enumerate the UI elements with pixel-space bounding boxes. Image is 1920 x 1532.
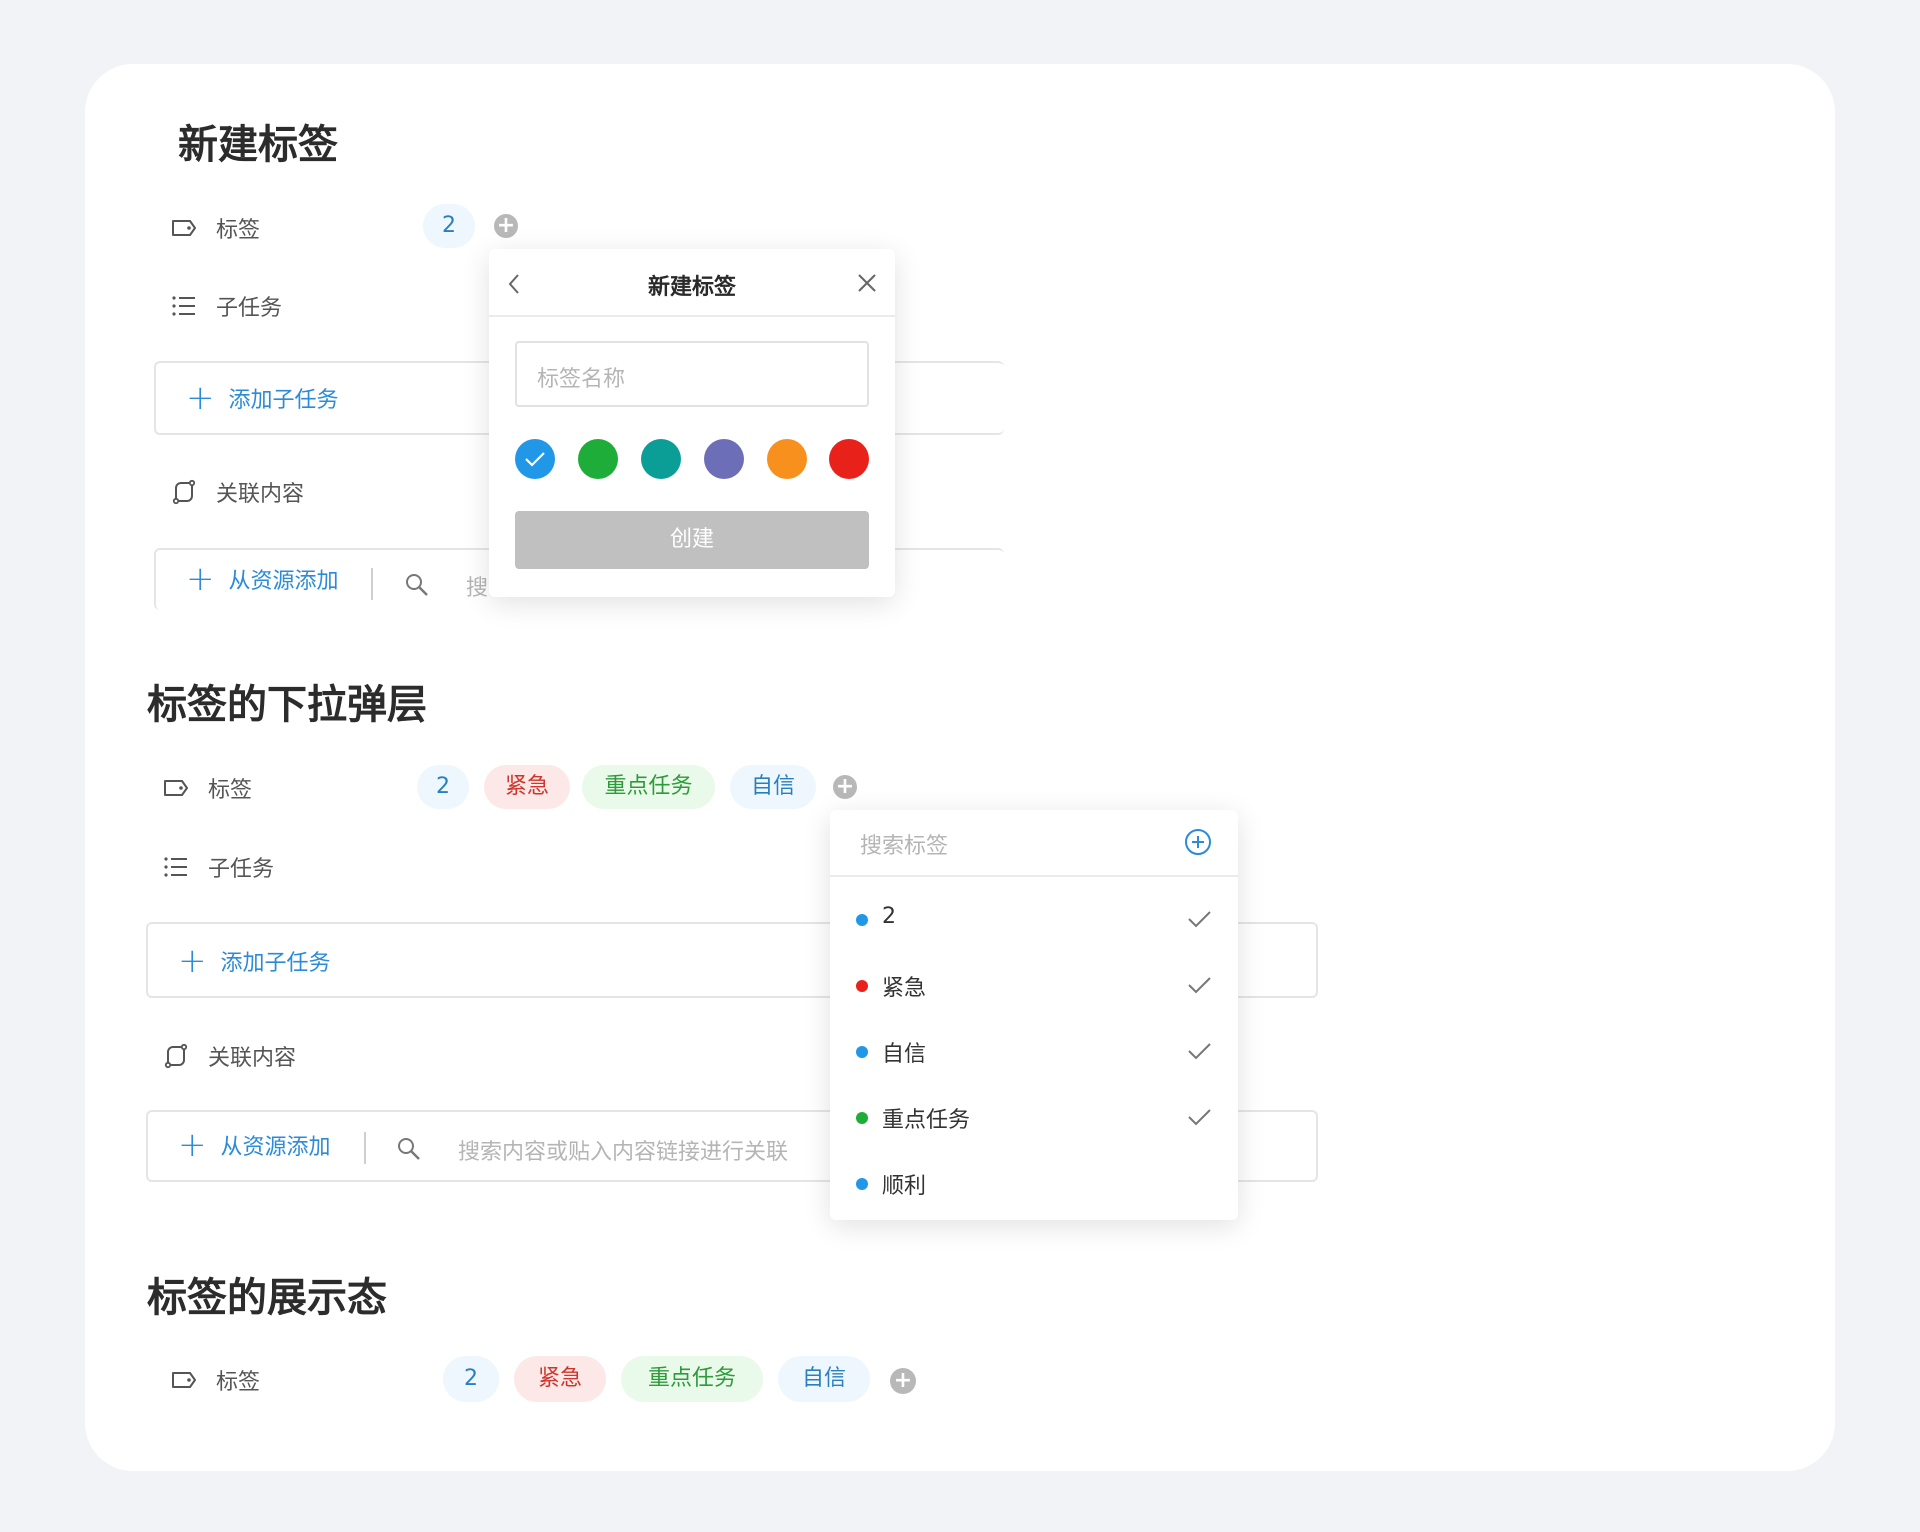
tag-chip-count[interactable]: 2 (417, 765, 469, 809)
section-title-display: 标签的展示态 (147, 1275, 387, 1321)
related-label: 关联内容 (208, 1046, 297, 1071)
dropdown-option[interactable]: 重点任务 (830, 1096, 1238, 1140)
color-swatch-green[interactable] (578, 439, 618, 479)
add-from-resource-button[interactable]: + 从资源添加 (178, 1128, 331, 1162)
add-subtask-text: 添加子任务 (220, 951, 331, 976)
link-icon (172, 479, 196, 505)
tag-chip-key-task[interactable]: 重点任务 (621, 1356, 763, 1402)
tag-icon (164, 780, 188, 796)
color-swatch-blue[interactable] (515, 439, 555, 479)
plus-icon: + (186, 559, 215, 599)
check-icon (1188, 977, 1211, 994)
color-dot (856, 914, 868, 926)
tag-row-label: 标签 (170, 212, 260, 244)
dropdown-option[interactable]: 自信 (830, 1030, 1238, 1074)
search-icon (398, 1138, 420, 1160)
color-swatch-orange[interactable] (767, 439, 807, 479)
main-card (85, 64, 1835, 1471)
color-dot (856, 1112, 868, 1124)
add-subtask-button[interactable]: + 添加子任务 (186, 381, 339, 415)
list-icon (172, 296, 195, 316)
color-dot (856, 980, 868, 992)
related-row-label: 关联内容 (170, 476, 304, 508)
add-tag-icon[interactable]: + (494, 214, 518, 238)
search-input-truncated[interactable]: 搜 (466, 570, 488, 602)
subtask-label: 子任务 (216, 296, 283, 321)
check-icon (525, 452, 545, 467)
tag-name-placeholder: 标签名称 (537, 367, 626, 392)
create-tag-popup: 新建标签 标签名称 创建 (489, 249, 895, 597)
plus-icon: + (178, 941, 207, 981)
color-swatch-red[interactable] (829, 439, 869, 479)
divider (364, 1132, 366, 1164)
tag-chip-urgent[interactable]: 紧急 (514, 1356, 606, 1402)
tag-chip-urgent[interactable]: 紧急 (484, 765, 570, 809)
option-label: 顺利 (882, 1174, 927, 1199)
add-tag-icon[interactable]: + (890, 1368, 916, 1394)
tag-icon (172, 220, 196, 236)
tag-name-input[interactable]: 标签名称 (515, 341, 869, 407)
option-label: 2 (882, 904, 896, 929)
link-icon (164, 1043, 188, 1069)
add-subtask-button[interactable]: + 添加子任务 (178, 944, 331, 978)
tag-row-label-3: 标签 (170, 1364, 260, 1396)
tag-icon (172, 1372, 196, 1388)
color-dot (856, 1046, 868, 1058)
subtask-label: 子任务 (208, 857, 275, 882)
popup-header-divider (489, 315, 895, 317)
dropdown-option[interactable]: 2 (830, 898, 1238, 942)
related-label: 关联内容 (216, 482, 305, 507)
add-from-resource-text: 从资源添加 (220, 1135, 331, 1160)
plus-icon: + (178, 1125, 207, 1165)
related-row-label-2: 关联内容 (162, 1040, 296, 1072)
divider (371, 568, 373, 600)
tag-chip-count[interactable]: 2 (423, 204, 475, 248)
tag-chip-confident[interactable]: 自信 (778, 1356, 870, 1402)
tag-chip-key-task[interactable]: 重点任务 (582, 765, 715, 809)
check-icon (1188, 1109, 1211, 1126)
subtask-row-label: 子任务 (170, 290, 282, 322)
tag-label: 标签 (216, 1370, 261, 1395)
dropdown-option[interactable]: 紧急 (830, 964, 1238, 1008)
color-swatch-teal[interactable] (641, 439, 681, 479)
option-label: 紧急 (882, 976, 927, 1001)
add-tag-icon[interactable]: + (833, 775, 857, 799)
close-icon[interactable] (855, 271, 879, 295)
check-icon (1188, 911, 1211, 928)
add-from-resource-text: 从资源添加 (228, 569, 339, 594)
section-title-create: 新建标签 (178, 122, 338, 168)
tag-chip-confident[interactable]: 自信 (730, 765, 816, 809)
create-button[interactable]: 创建 (515, 511, 869, 569)
color-dot (856, 1178, 868, 1190)
tag-row-label-2: 标签 (162, 772, 252, 804)
add-subtask-text: 添加子任务 (228, 388, 339, 413)
color-swatches (515, 439, 869, 479)
add-from-resource-button[interactable]: + 从资源添加 (186, 562, 339, 596)
dropdown-option[interactable]: 顺利 (830, 1162, 1238, 1206)
tag-label: 标签 (208, 778, 253, 803)
add-circle-icon[interactable] (1184, 828, 1212, 856)
tag-chip-count[interactable]: 2 (443, 1356, 499, 1402)
check-icon (1188, 1043, 1211, 1060)
popup-title: 新建标签 (647, 275, 736, 300)
dropdown-divider (830, 875, 1238, 877)
search-icon (406, 574, 428, 596)
subtask-row-label-2: 子任务 (162, 851, 274, 883)
related-search-input[interactable]: 搜索内容或贴入内容链接进行关联 (458, 1134, 788, 1166)
option-label: 自信 (882, 1042, 927, 1067)
list-icon (164, 857, 187, 877)
color-swatch-purple[interactable] (704, 439, 744, 479)
option-label: 重点任务 (882, 1108, 971, 1133)
tag-search-input[interactable]: 搜索标签 (860, 828, 948, 860)
tag-label: 标签 (216, 218, 261, 243)
plus-icon: + (186, 378, 215, 418)
tag-dropdown: 搜索标签 2 紧急 自信 重点任务 顺利 (830, 810, 1238, 1220)
section-title-dropdown: 标签的下拉弹层 (147, 682, 427, 728)
